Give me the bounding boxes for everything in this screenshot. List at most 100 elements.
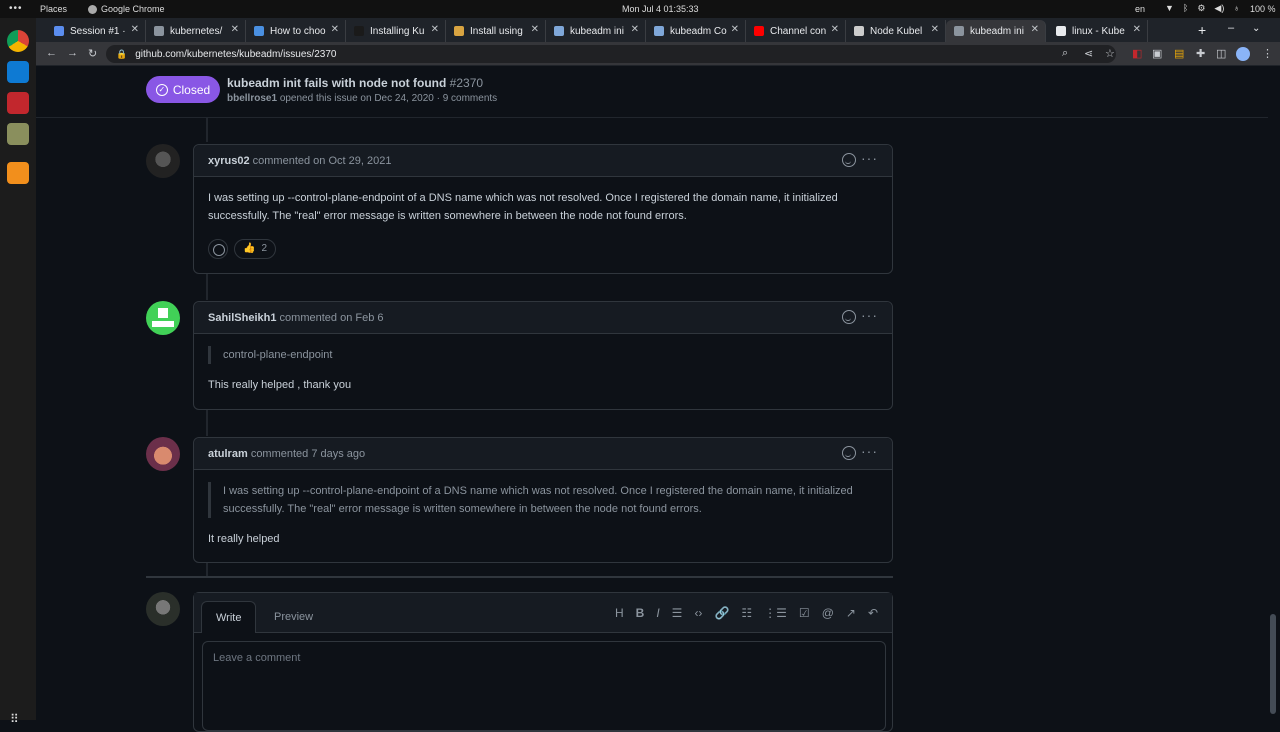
tab-close-icon[interactable]: ✕ xyxy=(331,24,339,35)
add-reaction-button[interactable] xyxy=(208,239,228,259)
cross-reference-icon[interactable]: ↗ xyxy=(846,606,856,620)
comment-author-link[interactable]: xyrus02 xyxy=(208,155,250,167)
browser-tab[interactable]: How to choo ✕ xyxy=(246,20,346,42)
tab-label: Install using xyxy=(470,25,523,37)
comment-header: SahilSheikh1 commented on Feb 6 ··· xyxy=(194,302,892,334)
browser-tab[interactable]: kubernetes/ ✕ xyxy=(146,20,246,42)
italic-icon[interactable]: I xyxy=(656,606,659,620)
minimize-icon[interactable]: – xyxy=(1228,22,1234,34)
avatar[interactable] xyxy=(146,301,180,335)
bookmark-star-icon[interactable]: ☆ xyxy=(1105,47,1115,60)
browser-tab[interactable]: Install using ✕ xyxy=(446,20,546,42)
mention-icon[interactable]: @ xyxy=(822,606,834,620)
comment-timestamp[interactable]: commented on Oct 29, 2021 xyxy=(253,155,392,167)
tab-write[interactable]: Write xyxy=(201,601,257,633)
bold-icon[interactable]: B xyxy=(636,606,645,620)
chrome-dock-icon[interactable] xyxy=(7,30,29,52)
app-dock-icon[interactable] xyxy=(7,92,29,114)
extensions-puzzle-icon[interactable]: ✚ xyxy=(1196,47,1205,60)
tab-label: Installing Ku xyxy=(370,25,425,37)
comment-timestamp[interactable]: commented on Feb 6 xyxy=(280,312,384,324)
show-apps-icon[interactable]: ⠿ xyxy=(10,712,19,726)
clock[interactable]: Mon Jul 4 01:35:33 xyxy=(622,4,699,14)
browser-tab[interactable]: kubeadm ini ✕ xyxy=(546,20,646,42)
url-text: github.com/kubernetes/kubeadm/issues/237… xyxy=(135,48,337,60)
tab-preview[interactable]: Preview xyxy=(260,601,327,633)
timeline-divider xyxy=(146,576,893,578)
vscode-dock-icon[interactable] xyxy=(7,61,29,83)
comment-quote: control-plane-endpoint xyxy=(208,346,878,364)
tab-close-icon[interactable]: ✕ xyxy=(631,24,639,35)
forward-icon[interactable]: → xyxy=(67,47,78,59)
quote-icon[interactable]: ☰ xyxy=(672,606,683,620)
add-reaction-icon[interactable] xyxy=(842,153,856,167)
page-scrollbar[interactable] xyxy=(1270,614,1276,714)
extension-icon[interactable]: ▣ xyxy=(1152,47,1162,60)
markdown-toolbar: H B I ☰ ‹› 🔗 ☷ ⋮☰ ☑ @ ↗ ↶ xyxy=(615,606,878,620)
back-icon[interactable]: ← xyxy=(46,47,57,59)
comment-author-link[interactable]: atulram xyxy=(208,448,248,460)
more-options-icon[interactable]: ··· xyxy=(861,150,878,166)
tab-close-icon[interactable]: ✕ xyxy=(731,24,739,35)
thumbs-up-reaction[interactable]: 👍 2 xyxy=(234,239,277,259)
address-bar[interactable]: 🔒 github.com/kubernetes/kubeadm/issues/2… xyxy=(106,45,1116,63)
issue-author-link[interactable]: bbellrose1 xyxy=(227,93,277,104)
zoom-icon[interactable]: ⌕ xyxy=(1062,47,1068,60)
sublime-dock-icon[interactable] xyxy=(7,162,29,184)
tab-strip: Session #1 · ✕ kubernetes/✕ How to choo ✕ Ins… xyxy=(36,18,1280,42)
code-icon[interactable]: ‹› xyxy=(694,606,702,620)
files-dock-icon[interactable] xyxy=(7,123,29,145)
comment: atulram commented 7 days ago ··· I was s… xyxy=(193,437,893,563)
issue-title[interactable]: kubeadm init fails with node not found #… xyxy=(227,76,483,90)
tab-close-icon[interactable]: ✕ xyxy=(431,24,439,35)
reload-icon[interactable]: ↻ xyxy=(88,47,97,60)
current-user-avatar[interactable] xyxy=(146,592,180,626)
new-tab-button[interactable]: + xyxy=(1198,22,1206,38)
avatar[interactable] xyxy=(146,144,180,178)
extension-icon[interactable]: ▤ xyxy=(1174,47,1184,60)
system-tray[interactable]: ▼ ᛒ ⚙ ◀) ♁ xyxy=(1165,3,1240,14)
side-panel-icon[interactable]: ◫ xyxy=(1216,47,1226,60)
settings-icon: ⚙ xyxy=(1197,3,1206,13)
share-icon[interactable]: ⋖ xyxy=(1084,47,1093,60)
add-reaction-icon[interactable] xyxy=(842,310,856,324)
tab-close-icon[interactable]: ✕ xyxy=(931,24,939,35)
tab-favicon-icon xyxy=(854,26,864,36)
add-reaction-icon[interactable] xyxy=(842,446,856,460)
browser-tab[interactable]: Node Kubel ✕ xyxy=(846,20,946,42)
avatar[interactable] xyxy=(146,437,180,471)
input-language[interactable]: en xyxy=(1135,4,1145,14)
page-content: ✓ Closed kubeadm init fails with node no… xyxy=(36,66,1280,732)
saved-reply-icon[interactable]: ↶ xyxy=(868,606,878,620)
browser-tab[interactable]: kubeadm ini ✕ xyxy=(946,20,1046,42)
comment-textarea[interactable]: Leave a comment xyxy=(202,641,886,731)
comment-author-link[interactable]: SahilSheikh1 xyxy=(208,312,276,324)
numbered-list-icon[interactable]: ⋮☰ xyxy=(764,606,787,620)
tab-search-icon[interactable]: ⌄ xyxy=(1252,23,1260,34)
extension-icon[interactable]: ◧ xyxy=(1132,47,1142,60)
app-menu[interactable]: Google Chrome xyxy=(88,4,165,14)
browser-tab[interactable]: Installing Ku ✕ xyxy=(346,20,446,42)
places-menu[interactable]: Places xyxy=(40,4,67,14)
timeline-line xyxy=(206,563,208,576)
heading-icon[interactable]: H xyxy=(615,606,624,620)
bulleted-list-icon[interactable]: ☷ xyxy=(741,606,752,620)
activities-button[interactable]: ••• xyxy=(9,3,23,14)
browser-tab[interactable]: linux - Kube ✕ xyxy=(1048,20,1148,42)
chrome-menu-icon[interactable]: ⋮ xyxy=(1262,47,1273,60)
comment-timestamp[interactable]: commented 7 days ago xyxy=(251,448,365,460)
more-options-icon[interactable]: ··· xyxy=(861,307,878,323)
profile-avatar[interactable] xyxy=(1236,47,1250,61)
browser-tab[interactable]: kubeadm Co ✕ xyxy=(646,20,746,42)
tab-close-icon[interactable]: ✕ xyxy=(531,24,539,35)
browser-tab[interactable]: Channel con ✕ xyxy=(746,20,846,42)
link-icon[interactable]: 🔗 xyxy=(714,606,729,620)
tab-close-icon[interactable]: ✕ xyxy=(831,24,839,35)
more-options-icon[interactable]: ··· xyxy=(861,443,878,459)
tab-close-icon[interactable]: ✕ xyxy=(1031,24,1039,35)
tab-close-icon[interactable]: ✕ xyxy=(131,24,139,35)
tab-close-icon[interactable]: ✕ xyxy=(231,24,239,35)
browser-tab[interactable]: Session #1 · ✕ xyxy=(46,20,146,42)
task-list-icon[interactable]: ☑ xyxy=(799,606,810,620)
tab-close-icon[interactable]: ✕ xyxy=(1133,24,1141,35)
